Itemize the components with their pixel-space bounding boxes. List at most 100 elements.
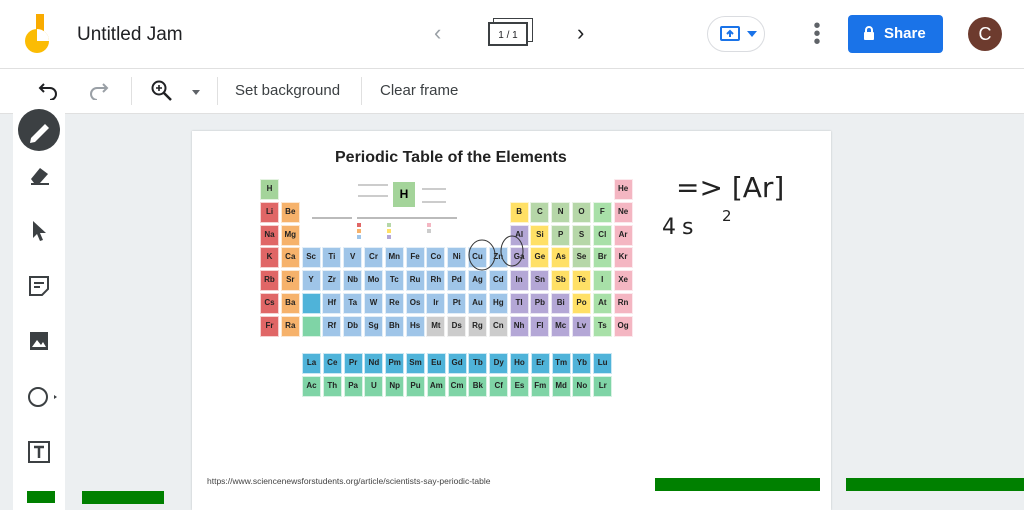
element-cell-fr: Fr — [260, 315, 279, 337]
element-cell-he: He — [613, 179, 633, 200]
element-cell-lr: Lr — [593, 376, 613, 397]
element-cell-at: At — [592, 293, 612, 314]
zoom-in-icon[interactable] — [151, 80, 173, 102]
element-cell-hs: Hs — [405, 315, 425, 337]
share-button[interactable]: Share — [848, 15, 943, 53]
element-cell-sm: Sm — [406, 353, 425, 374]
element-cell-sn: Sn — [530, 270, 550, 292]
element-cell-w: W — [364, 293, 383, 314]
element-cell-pu: Pu — [406, 376, 425, 397]
source-url[interactable]: https://www.sciencenewsforstudents.org/a… — [207, 476, 490, 486]
tool-sidebar — [13, 109, 65, 510]
element-cell-y: Y — [301, 270, 321, 292]
element-cell-ts: Ts — [592, 315, 612, 337]
element-cell-br: Br — [592, 247, 612, 269]
element-cell-tl: Tl — [509, 293, 529, 314]
element-cell-s: S — [572, 224, 591, 246]
zoom-dropdown-icon[interactable] — [192, 90, 200, 95]
element-cell-nh: Nh — [509, 315, 529, 337]
sticky-note-icon[interactable] — [25, 272, 53, 300]
element-cell-pb: Pb — [530, 293, 550, 314]
element-cell-ac: Ac — [302, 376, 321, 397]
jam-title[interactable]: Untitled Jam — [77, 24, 183, 46]
element-cell-fe: Fe — [405, 247, 425, 269]
element-cell-as: As — [551, 247, 571, 269]
element-cell-ta: Ta — [343, 293, 363, 314]
chevron-right-icon[interactable]: › — [577, 20, 584, 46]
present-button[interactable] — [707, 16, 765, 52]
element-cell-tc: Tc — [384, 270, 404, 292]
undo-icon[interactable] — [38, 82, 58, 100]
green-marker — [846, 478, 1024, 491]
element-cell-rg: Rg — [468, 315, 487, 337]
eraser-icon[interactable] — [25, 161, 53, 189]
element-cell-pm: Pm — [385, 353, 405, 374]
element-cell-ca: Ca — [280, 247, 300, 269]
handwritten-4s: 4s — [662, 215, 700, 240]
set-background-button[interactable]: Set background — [235, 82, 340, 99]
element-cell-kr: Kr — [613, 247, 633, 269]
text-box-icon[interactable] — [25, 438, 53, 466]
element-cell-tb: Tb — [468, 353, 488, 374]
element-cell-co: Co — [426, 247, 446, 269]
frame-count: 1 / 1 — [488, 22, 528, 46]
element-cell-ag: Ag — [468, 270, 487, 292]
element-cell-mc: Mc — [551, 315, 571, 337]
element-cell-se: Se — [572, 247, 591, 269]
key-label-line — [358, 195, 388, 197]
element-cell-ru: Ru — [405, 270, 425, 292]
pen-icon[interactable] — [18, 109, 60, 151]
image-icon[interactable] — [25, 327, 53, 355]
element-cell-h: H — [260, 179, 279, 200]
key-cell: H — [393, 182, 415, 207]
element-cell-sc: Sc — [301, 247, 321, 269]
element-cell-yb: Yb — [572, 353, 592, 374]
element-cell-th: Th — [322, 376, 342, 397]
element-cell-rb: Rb — [260, 270, 279, 292]
chevron-left-icon[interactable]: ‹ — [434, 20, 441, 46]
element-cell-es: Es — [510, 376, 529, 397]
green-marker — [82, 491, 164, 504]
element-cell-nb: Nb — [343, 270, 363, 292]
element-cell-cf: Cf — [489, 376, 509, 397]
avatar[interactable]: C — [968, 17, 1002, 51]
element-cell-eu: Eu — [426, 353, 446, 374]
element-cell-lv: Lv — [572, 315, 591, 337]
element-cell-zr: Zr — [322, 270, 342, 292]
legend — [312, 217, 462, 239]
laser-icon[interactable] — [27, 491, 55, 503]
circle-icon[interactable] — [25, 383, 57, 411]
element-cell-bi: Bi — [551, 293, 571, 314]
element-cell-sr: Sr — [280, 270, 300, 292]
element-cell-mt: Mt — [426, 315, 446, 337]
element-cell-bh: Bh — [384, 315, 404, 337]
more-vert-icon[interactable]: • • • — [810, 16, 824, 52]
frame-indicator[interactable]: 1 / 1 — [488, 18, 533, 48]
element-cell-ce: Ce — [322, 353, 342, 374]
clear-frame-button[interactable]: Clear frame — [380, 82, 458, 99]
element-cell-ra: Ra — [280, 315, 300, 337]
key-label-line — [422, 188, 446, 190]
element-cell-cs: Cs — [260, 293, 279, 314]
element-cell-cl: Cl — [592, 224, 612, 246]
element-cell-te: Te — [572, 270, 591, 292]
f-block-placeholder — [301, 293, 321, 314]
element-cell-os: Os — [405, 293, 425, 314]
handwritten-superscript: 2 — [722, 207, 732, 225]
key-label-line — [358, 184, 388, 186]
element-cell-au: Au — [468, 293, 487, 314]
cast-icon — [720, 26, 740, 41]
jam-canvas[interactable]: Periodic Table of the Elements H H He Li Be… — [192, 131, 831, 510]
element-cell-cr: Cr — [364, 247, 383, 269]
element-cell-mg: Mg — [280, 224, 300, 246]
element-cell-tm: Tm — [551, 353, 571, 374]
redo-icon[interactable] — [89, 82, 109, 100]
element-cell-nd: Nd — [364, 353, 384, 374]
select-icon[interactable] — [25, 216, 53, 244]
element-cell-f: F — [592, 201, 612, 223]
jamboard-logo[interactable] — [22, 14, 56, 56]
element-cell-b: B — [509, 201, 529, 223]
element-cell-li: Li — [260, 201, 279, 223]
element-cell-po: Po — [572, 293, 591, 314]
element-cell-c: C — [530, 201, 550, 223]
